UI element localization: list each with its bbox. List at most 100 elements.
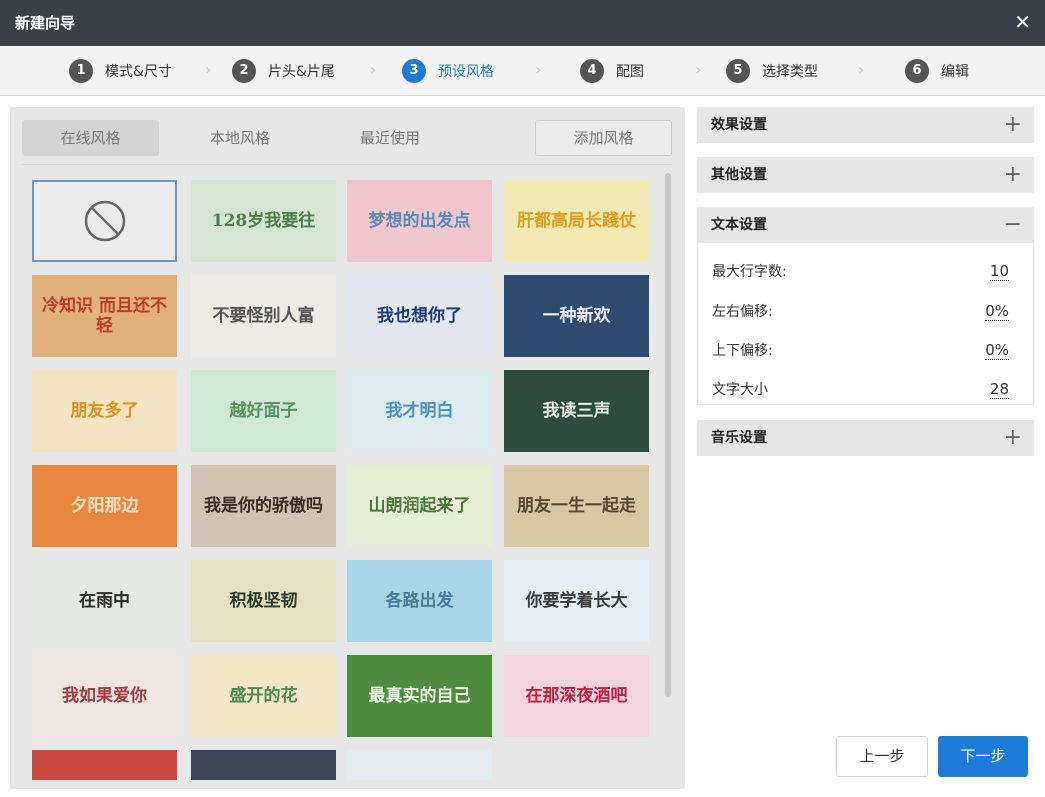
thumbnail-caption: 在那深夜酒吧 — [525, 686, 628, 706]
tab-online-style[interactable]: 在线风格 — [22, 120, 159, 156]
step-3[interactable]: 3 预设风格 — [402, 58, 494, 84]
style-thumbnail[interactable]: 每日健康指南 — [32, 750, 177, 780]
step-label: 片头&片尾 — [268, 64, 335, 80]
style-thumbnail[interactable]: 梦想的出发点 — [347, 180, 492, 262]
vertical-offset-label: 上下偏移: — [712, 343, 773, 359]
step-number: 2 — [232, 59, 256, 83]
step-label: 配图 — [616, 64, 644, 80]
thumbnail-caption: 梦想的出发点 — [368, 211, 471, 231]
no-symbol-icon — [84, 200, 125, 242]
tab-recent[interactable]: 最近使用 — [325, 120, 455, 156]
style-thumbnail[interactable]: 最真实的自己 — [347, 655, 492, 737]
step-number: 1 — [69, 59, 93, 83]
style-thumbnail[interactable]: 朋友一生一起走 — [504, 465, 649, 547]
expand-icon[interactable]: + — [1004, 420, 1022, 456]
panel-music-settings[interactable]: 音乐设置 + — [697, 420, 1034, 456]
chevron-right-icon: › — [535, 60, 542, 79]
previous-button[interactable]: 上一步 — [836, 736, 928, 777]
panel-text-settings[interactable]: 文本设置 − — [697, 207, 1034, 243]
style-thumbnail[interactable]: 肝都高局长踐仗 — [504, 180, 649, 262]
style-thumbnail[interactable]: 你要学着长大 — [504, 560, 649, 642]
style-thumbnail[interactable]: 我如果爱你 — [32, 655, 177, 737]
text-settings-body: 最大行字数: 10 左右偏移: 0% 上下偏移: 0% 文字大小 28 — [697, 243, 1034, 405]
step-label: 编辑 — [941, 64, 969, 80]
step-1[interactable]: 1 模式&尺寸 — [69, 58, 172, 84]
thumbnail-grid: 128岁我要往 梦想的出发点 肝都高局长踐仗冷知识 而且还不轻 不要怪别人富 我也想你了… — [32, 180, 652, 780]
style-thumbnail[interactable]: 积极坚韧 — [191, 560, 336, 642]
step-label: 模式&尺寸 — [105, 64, 172, 80]
max-chars-label: 最大行字数: — [712, 264, 787, 280]
panel-other-settings[interactable]: 其他设置 + — [697, 157, 1034, 193]
thumbnail-caption: 盛开的花 — [229, 686, 298, 706]
thumbnail-caption: 朋友多了 — [70, 401, 139, 421]
thumbnail-caption: 各路出发 — [385, 591, 454, 611]
thumbnail-caption: 在雨中 — [79, 591, 130, 611]
thumbnail-caption: 越好面子 — [229, 401, 298, 421]
style-thumbnail[interactable]: 越好面子 — [191, 370, 336, 452]
panel-effect-settings[interactable]: 效果设置 + — [697, 107, 1034, 143]
close-icon[interactable]: ✕ — [1014, 0, 1031, 44]
font-size-value[interactable]: 28 — [989, 380, 1009, 399]
scrollbar[interactable] — [665, 173, 671, 697]
collapse-icon[interactable]: − — [1004, 207, 1022, 243]
step-number: 5 — [726, 59, 750, 83]
chevron-right-icon: › — [695, 60, 702, 79]
thumbnail-caption: 朋友一生一起走 — [517, 496, 636, 516]
style-thumbnail[interactable]: 夕阳那边 — [32, 465, 177, 547]
step-label: 预设风格 — [438, 64, 494, 80]
thumbnail-caption: 一种新欢 — [542, 306, 611, 326]
style-thumbnail[interactable]: 不要怪别人富 — [191, 275, 336, 357]
vertical-offset-value[interactable]: 0% — [985, 341, 1009, 360]
thumbnail-caption: 128岁我要往 — [211, 211, 316, 231]
style-thumbnail[interactable]: 在雨中 — [32, 560, 177, 642]
thumbnail-caption: 我才明白 — [385, 401, 454, 421]
style-thumbnail[interactable]: 盛开的花 — [191, 655, 336, 737]
expand-icon[interactable]: + — [1004, 107, 1022, 143]
tab-local-style[interactable]: 本地风格 — [175, 120, 305, 156]
font-size-label: 文字大小 — [712, 382, 768, 398]
step-5[interactable]: 5 选择类型 — [726, 58, 818, 84]
divider — [22, 164, 672, 165]
style-thumbnail[interactable]: 我也想你了 — [347, 275, 492, 357]
style-thumbnail[interactable]: 今天天气好 — [191, 750, 336, 780]
style-thumbnail[interactable]: 一种新欢 — [504, 275, 649, 357]
max-chars-value[interactable]: 10 — [989, 262, 1009, 281]
style-thumbnail[interactable]: 在那深夜酒吧 — [504, 655, 649, 737]
step-number: 3 — [402, 59, 426, 83]
thumbnail-caption: 我如果爱你 — [62, 686, 147, 706]
next-button[interactable]: 下一步 — [938, 736, 1028, 777]
step-4[interactable]: 4 配图 — [580, 58, 644, 84]
style-thumbnail[interactable]: 我才明白 — [347, 370, 492, 452]
step-number: 4 — [580, 59, 604, 83]
expand-icon[interactable]: + — [1004, 157, 1022, 193]
step-6[interactable]: 6 编辑 — [905, 58, 969, 84]
panel-title: 其他设置 — [711, 167, 767, 183]
style-thumbnail[interactable]: 不是生意 — [347, 750, 492, 780]
title-bar: 新建向导 ✕ — [0, 0, 1045, 46]
thumbnail-caption: 积极坚韧 — [229, 591, 298, 611]
thumbnail-caption: 我是你的骄傲吗 — [204, 496, 323, 516]
thumbnail-caption: 你要学着长大 — [525, 591, 628, 611]
chevron-right-icon: › — [205, 60, 212, 79]
horizontal-offset-value[interactable]: 0% — [985, 302, 1009, 321]
step-label: 选择类型 — [762, 64, 818, 80]
window-title: 新建向导 — [15, 14, 76, 32]
style-thumbnail[interactable]: 各路出发 — [347, 560, 492, 642]
style-gallery: 在线风格 本地风格 最近使用 添加风格 128岁我要往 梦想的出发点 肝都高局长踐仗… — [10, 107, 685, 789]
style-thumbnail[interactable]: 128岁我要往 — [191, 180, 336, 262]
style-thumbnail[interactable]: 朋友多了 — [32, 370, 177, 452]
thumbnail-caption: 夕阳那边 — [70, 496, 139, 516]
thumbnail-caption: 冷知识 而且还不轻 — [42, 296, 167, 336]
style-thumbnail[interactable]: 冷知识 而且还不轻 — [32, 275, 177, 357]
add-style-button[interactable]: 添加风格 — [535, 120, 672, 156]
style-thumbnail[interactable]: 我是你的骄傲吗 — [191, 465, 336, 547]
style-thumbnail[interactable]: 山朗润起来了 — [347, 465, 492, 547]
no-style-thumbnail[interactable] — [32, 180, 177, 262]
thumbnail-caption: 最真实的自己 — [368, 686, 471, 706]
chevron-right-icon: › — [858, 60, 865, 79]
step-2[interactable]: 2 片头&片尾 — [232, 58, 335, 84]
panel-title: 效果设置 — [711, 117, 767, 133]
thumbnail-caption: 我读三声 — [542, 401, 611, 421]
thumbnail-caption: 不要怪别人富 — [212, 306, 315, 326]
style-thumbnail[interactable]: 我读三声 — [504, 370, 649, 452]
